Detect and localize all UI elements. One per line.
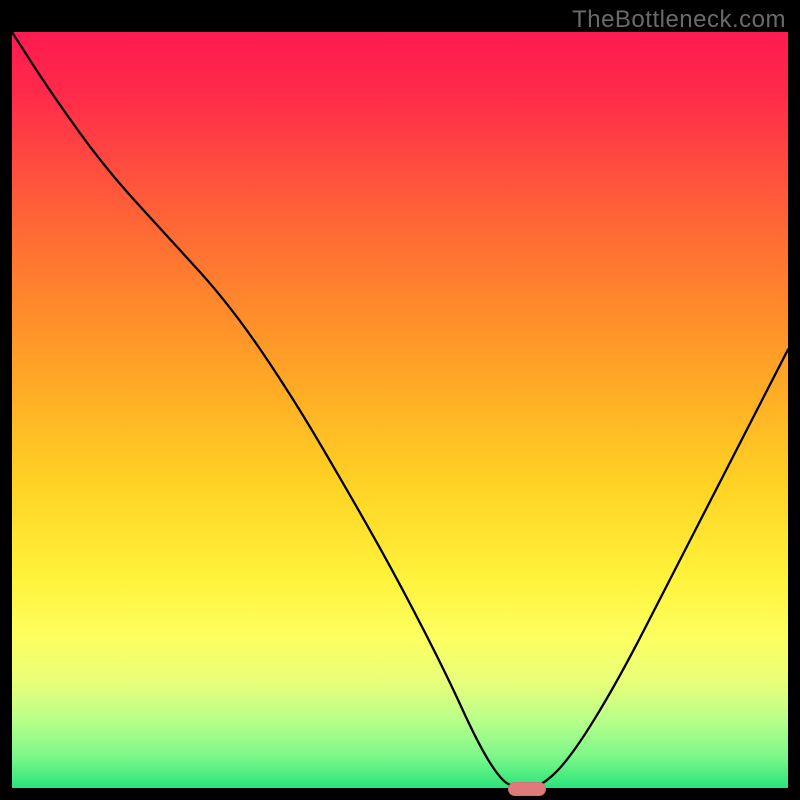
plot-area: [10, 30, 790, 790]
curve-svg: [12, 32, 788, 788]
bottleneck-chart: TheBottleneck.com: [0, 0, 800, 800]
optimal-marker: [508, 782, 546, 796]
bottleneck-curve-line: [12, 32, 788, 788]
